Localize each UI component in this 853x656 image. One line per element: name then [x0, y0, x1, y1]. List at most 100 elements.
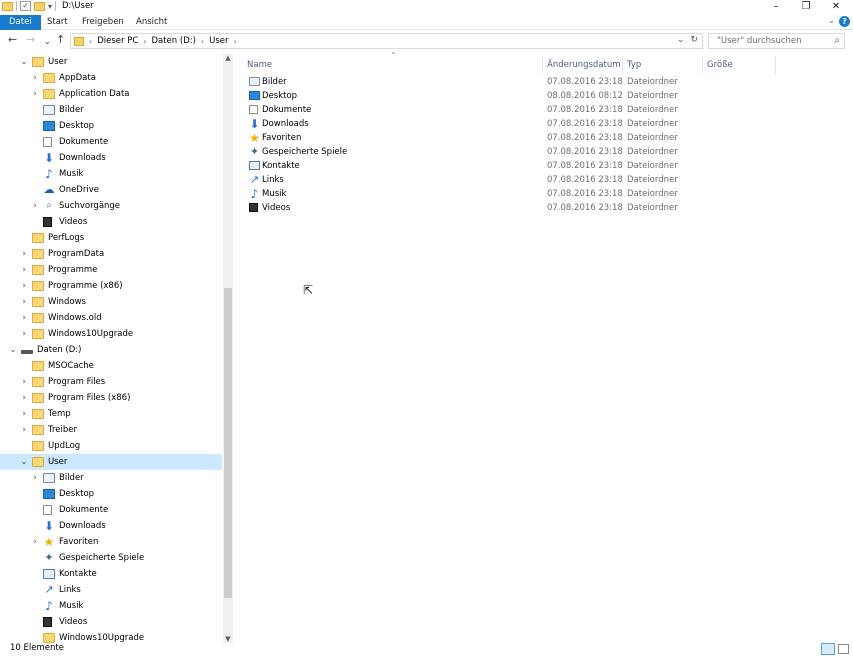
tree-item[interactable]: UpdLog [0, 438, 222, 454]
expand-chevron-icon[interactable]: › [30, 534, 40, 550]
tree-item[interactable]: ☁ OneDrive [0, 182, 222, 198]
details-view-icon[interactable] [821, 643, 835, 655]
collapse-chevron-icon[interactable]: ⌄ [19, 454, 29, 470]
address-bar[interactable]: › Dieser PC › Daten (D:) › User › ⌄ ↻ [70, 33, 703, 49]
tree-item[interactable]: › ProgramData [0, 246, 222, 262]
refresh-icon[interactable]: ↻ [690, 35, 698, 45]
collapse-chevron-icon[interactable]: ⌄ [19, 54, 29, 70]
expand-chevron-icon[interactable]: › [19, 422, 29, 438]
recent-locations-button[interactable]: ⌄ [44, 36, 51, 48]
expand-chevron-icon[interactable]: › [19, 310, 29, 326]
column-divider[interactable] [542, 56, 543, 74]
file-row[interactable]: Dokumente 07.08.2016 23:18 Dateiordner [246, 103, 846, 117]
tree-item[interactable]: › AppData [0, 70, 222, 86]
expand-chevron-icon[interactable]: › [30, 198, 40, 214]
properties-icon[interactable]: ✓ [20, 1, 31, 11]
tree-item[interactable]: › ★ Favoriten [0, 534, 222, 550]
expand-chevron-icon[interactable]: › [19, 374, 29, 390]
tree-item[interactable]: Videos [0, 214, 222, 230]
tree-item[interactable]: Bilder [0, 102, 222, 118]
column-divider[interactable] [702, 56, 703, 74]
tree-item[interactable]: Dokumente [0, 134, 222, 150]
close-button[interactable]: ✕ [821, 0, 851, 14]
minimize-button[interactable]: – [761, 0, 791, 14]
tab-datei[interactable]: Datei [0, 15, 41, 30]
tree-item[interactable]: MSOCache [0, 358, 222, 374]
tab-freigeben[interactable]: Freigeben [75, 15, 131, 30]
tree-item[interactable]: ⌄ User [0, 54, 222, 70]
expand-chevron-icon[interactable]: › [19, 262, 29, 278]
tree-item[interactable]: ♪ Musik [0, 166, 222, 182]
column-header-type[interactable]: Typ [627, 57, 641, 73]
tree-item[interactable]: Videos [0, 614, 222, 630]
tree-item[interactable]: ♪ Musik [0, 598, 222, 614]
scrollbar-thumb[interactable] [224, 288, 232, 598]
tree-item[interactable]: PerfLogs [0, 230, 222, 246]
breadcrumb-daten-d[interactable]: Daten (D:) [151, 36, 195, 46]
column-header-size[interactable]: Größe [707, 57, 733, 73]
tree-item[interactable]: ✦ Gespeicherte Spiele [0, 550, 222, 566]
tree-item[interactable]: Desktop [0, 118, 222, 134]
forward-button[interactable]: → [26, 34, 35, 46]
maximize-button[interactable]: ❐ [791, 0, 821, 14]
breadcrumb-dieser-pc[interactable]: Dieser PC [97, 36, 138, 46]
search-input[interactable]: "User" durchsuchen ⌕ [708, 33, 845, 49]
tree-item[interactable]: Dokumente [0, 502, 222, 518]
address-history-dropdown[interactable]: ⌄ [677, 35, 685, 45]
breadcrumb-separator[interactable]: › [89, 37, 92, 46]
file-row[interactable]: Videos 07.08.2016 23:18 Dateiordner [246, 201, 846, 215]
search-icon[interactable]: ⌕ [834, 34, 840, 48]
expand-chevron-icon[interactable]: › [19, 278, 29, 294]
expand-chevron-icon[interactable]: › [19, 406, 29, 422]
collapse-chevron-icon[interactable]: ⌄ [8, 342, 18, 358]
tab-ansicht[interactable]: Ansicht [129, 15, 174, 30]
expand-chevron-icon[interactable]: › [30, 470, 40, 486]
file-row[interactable]: Desktop 08.08.2016 08:12 Dateiordner [246, 89, 846, 103]
expand-chevron-icon[interactable]: › [19, 326, 29, 342]
up-button[interactable]: ↑ [56, 34, 65, 46]
tree-item[interactable]: Desktop [0, 486, 222, 502]
file-row[interactable]: ↗ Links 07.08.2016 23:18 Dateiordner [246, 173, 846, 187]
tree-item[interactable]: › Programme (x86) [0, 278, 222, 294]
breadcrumb-separator[interactable]: › [143, 37, 146, 46]
large-icons-view-icon[interactable] [838, 644, 849, 654]
file-row[interactable]: ✦ Gespeicherte Spiele 07.08.2016 23:18 Date… [246, 145, 846, 159]
tree-item[interactable]: › ⌕ Suchvorgänge [0, 198, 222, 214]
file-row[interactable]: Kontakte 07.08.2016 23:18 Dateiordner [246, 159, 846, 173]
expand-chevron-icon[interactable]: › [19, 294, 29, 310]
file-row[interactable]: ⬇ Downloads 07.08.2016 23:18 Dateiordner [246, 117, 846, 131]
tree-item[interactable]: ⌄ Daten (D:) [0, 342, 222, 358]
tab-start[interactable]: Start [40, 15, 75, 30]
expand-ribbon-icon[interactable]: ⌄ [828, 16, 835, 25]
expand-chevron-icon[interactable]: › [30, 70, 40, 86]
tree-item[interactable]: › Program Files (x86) [0, 390, 222, 406]
file-row[interactable]: ♪ Musik 07.08.2016 23:18 Dateiordner [246, 187, 846, 201]
tree-item[interactable]: ↗ Links [0, 582, 222, 598]
tree-item[interactable]: › Windows10Upgrade [0, 326, 222, 342]
file-row[interactable]: ★ Favoriten 07.08.2016 23:18 Dateiordner [246, 131, 846, 145]
column-header-name[interactable]: Name [247, 57, 272, 73]
file-row[interactable]: Bilder 07.08.2016 23:18 Dateiordner [246, 75, 846, 89]
tree-item[interactable]: › Application Data [0, 86, 222, 102]
breadcrumb-user[interactable]: User [209, 36, 228, 46]
tree-item[interactable]: › Bilder [0, 470, 222, 486]
tree-item[interactable]: › Windows.old [0, 310, 222, 326]
tree-item[interactable]: › Windows [0, 294, 222, 310]
customize-quick-access-icon[interactable]: ▾ [48, 2, 52, 11]
column-divider[interactable] [775, 56, 776, 74]
tree-item[interactable]: ⬇ Downloads [0, 518, 222, 534]
navigation-pane-scrollbar[interactable]: ▲ ▼ [223, 54, 233, 643]
tree-item[interactable]: › Temp [0, 406, 222, 422]
back-button[interactable]: ← [8, 34, 17, 46]
tree-item[interactable]: › Programme [0, 262, 222, 278]
expand-chevron-icon[interactable]: › [30, 86, 40, 102]
expand-chevron-icon[interactable]: › [19, 390, 29, 406]
tree-item[interactable]: Kontakte [0, 566, 222, 582]
help-icon[interactable]: ? [839, 16, 850, 27]
new-folder-icon[interactable] [34, 1, 45, 11]
breadcrumb-separator[interactable]: › [201, 37, 204, 46]
column-header-date[interactable]: Änderungsdatum [547, 57, 621, 73]
scroll-up-icon[interactable]: ▲ [223, 54, 233, 62]
breadcrumb-separator[interactable]: › [234, 37, 237, 46]
column-divider[interactable] [622, 56, 623, 74]
